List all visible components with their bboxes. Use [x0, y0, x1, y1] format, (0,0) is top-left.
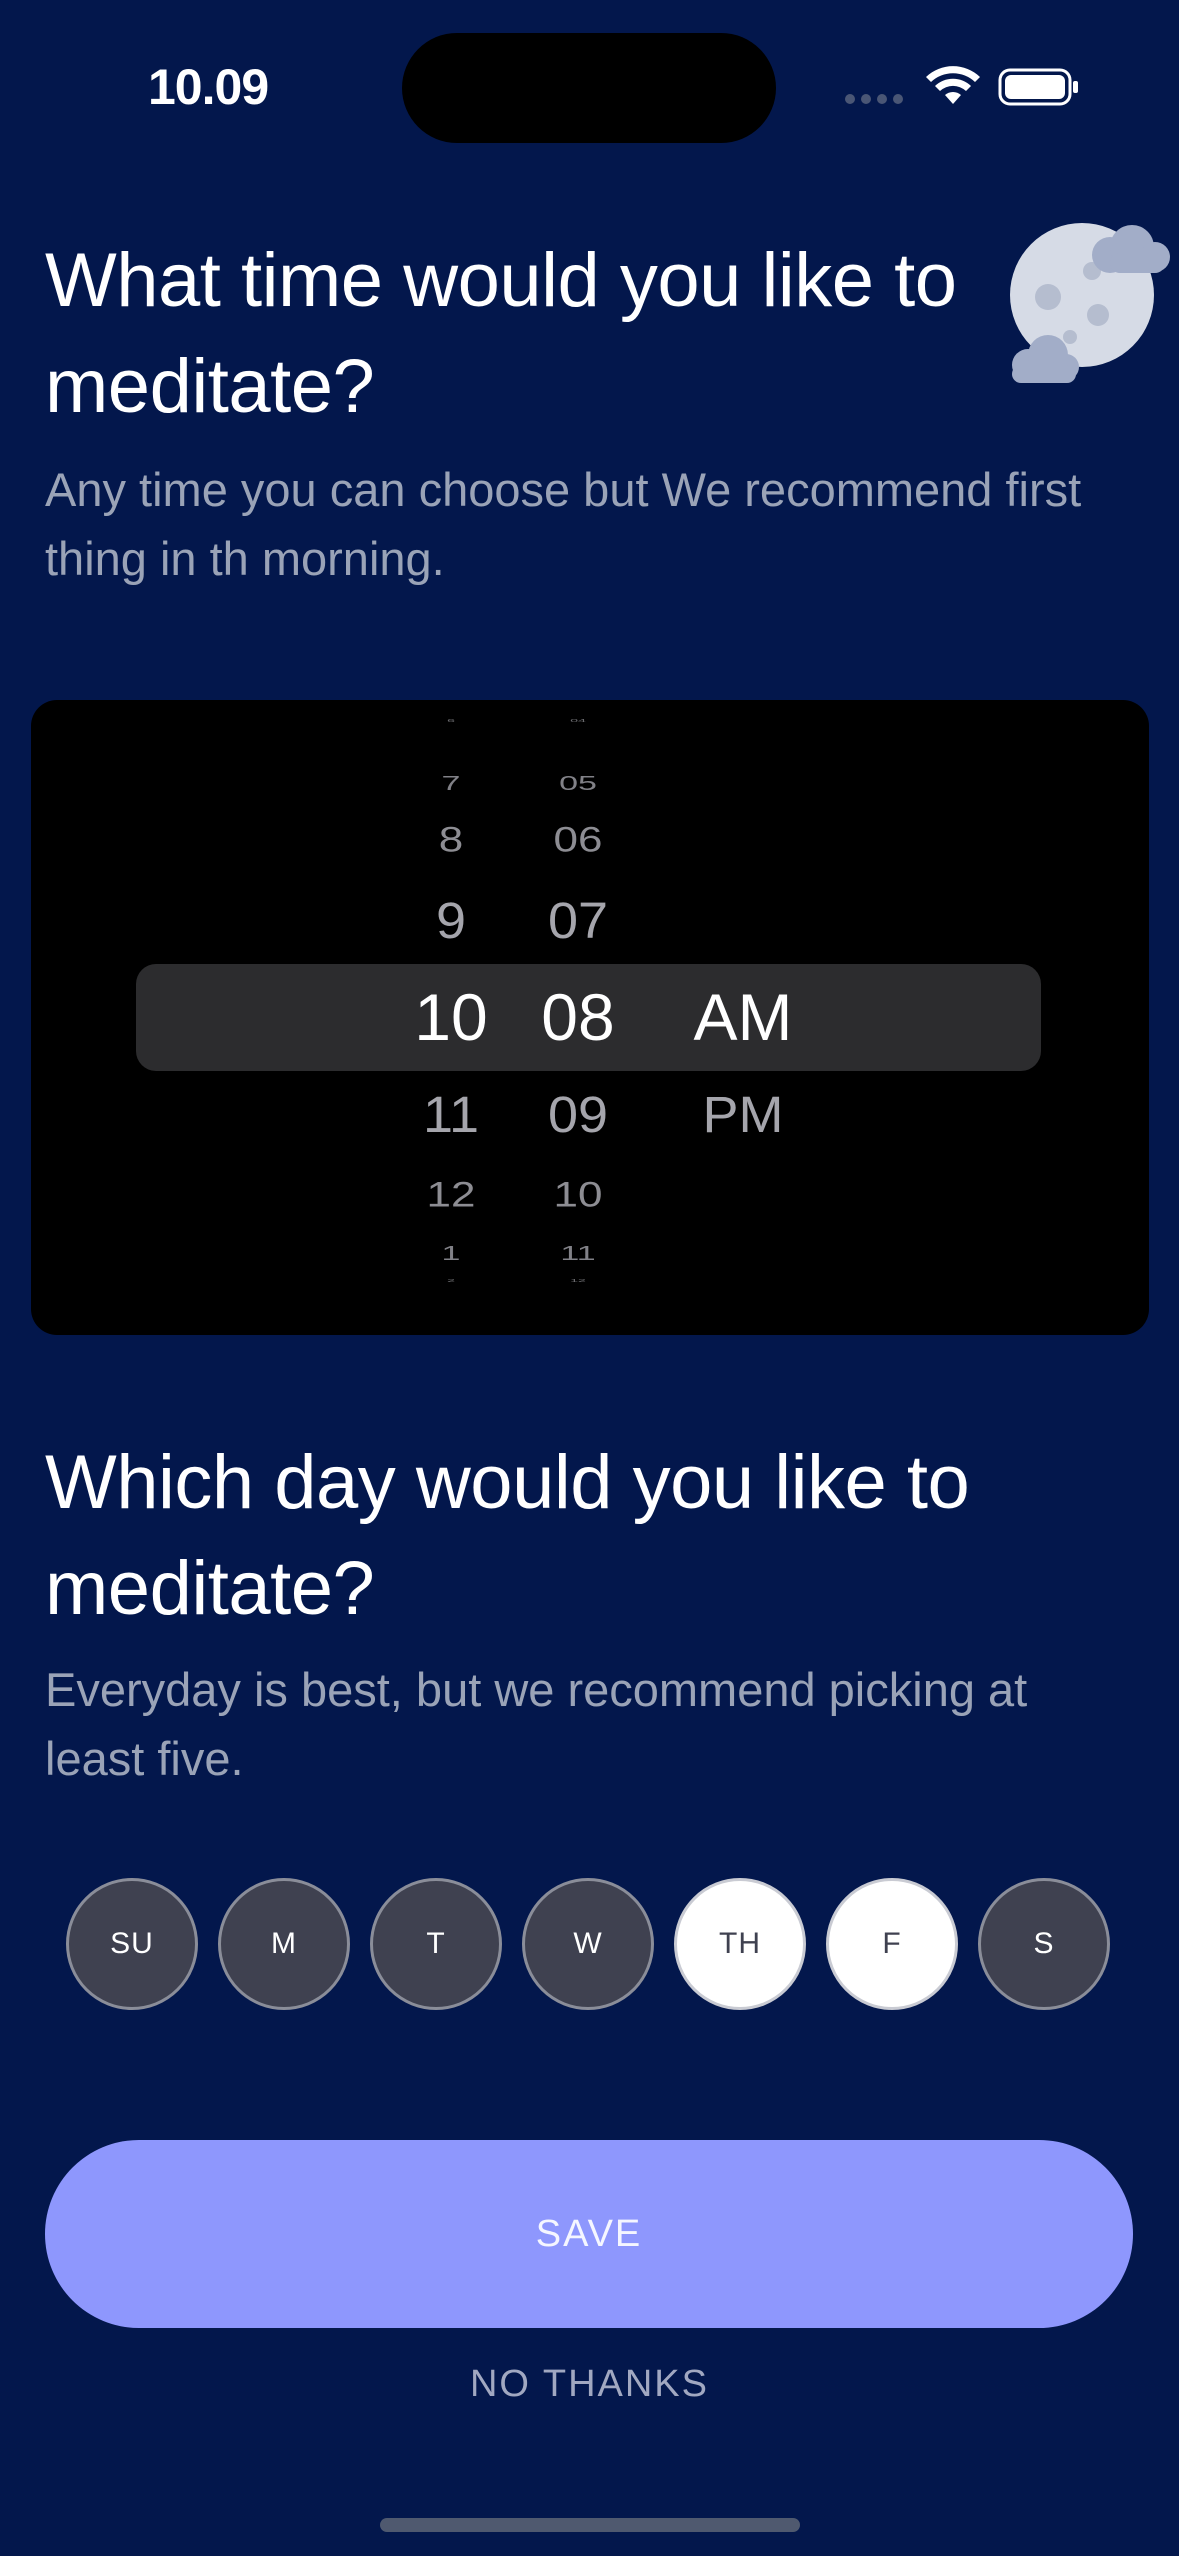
- moon-clouds-icon: [1010, 223, 1170, 383]
- day-toggle-su[interactable]: SU: [66, 1878, 198, 2010]
- minute-option[interactable]: 07: [498, 890, 658, 952]
- time-picker[interactable]: 6 7 8 9 10 11 12 1 2 04 05 06 07 08 09 10 11 12 AM PM: [31, 700, 1149, 1335]
- battery-icon: [998, 68, 1078, 106]
- day-toggle-t[interactable]: T: [370, 1878, 502, 2010]
- minute-option[interactable]: 12: [498, 1277, 658, 1283]
- time-title: What time would you like to meditate?: [45, 238, 957, 429]
- home-indicator[interactable]: [380, 2518, 800, 2532]
- status-time: 10.09: [148, 59, 269, 115]
- wifi-icon: [926, 66, 980, 104]
- signal-dots-icon: [845, 94, 905, 104]
- minute-option[interactable]: 10: [498, 1174, 658, 1216]
- minute-option[interactable]: 04: [498, 717, 658, 723]
- day-subtitle: Everyday is best, but we recommend picki…: [45, 1663, 1028, 1785]
- period-option[interactable]: PM: [663, 1084, 823, 1146]
- day-title: Which day would you like to meditate?: [45, 1440, 970, 1631]
- minute-option[interactable]: 09: [498, 1084, 658, 1146]
- save-button[interactable]: SAVE: [45, 2140, 1133, 2328]
- minute-option[interactable]: 05: [498, 771, 658, 795]
- day-toggle-th[interactable]: TH: [674, 1878, 806, 2010]
- day-toggle-s[interactable]: S: [978, 1878, 1110, 2010]
- time-subtitle: Any time you can choose but We recommend…: [45, 463, 1082, 585]
- day-toggle-m[interactable]: M: [218, 1878, 350, 2010]
- dynamic-island: [402, 33, 776, 143]
- day-toggle-w[interactable]: W: [522, 1878, 654, 2010]
- minute-option[interactable]: 11: [498, 1241, 658, 1265]
- day-toggle-f[interactable]: F: [826, 1878, 958, 2010]
- no-thanks-link[interactable]: NO THANKS: [0, 2363, 1179, 2406]
- period-option[interactable]: AM: [663, 978, 823, 1057]
- minute-option[interactable]: 08: [498, 978, 658, 1057]
- minute-option[interactable]: 06: [498, 819, 658, 861]
